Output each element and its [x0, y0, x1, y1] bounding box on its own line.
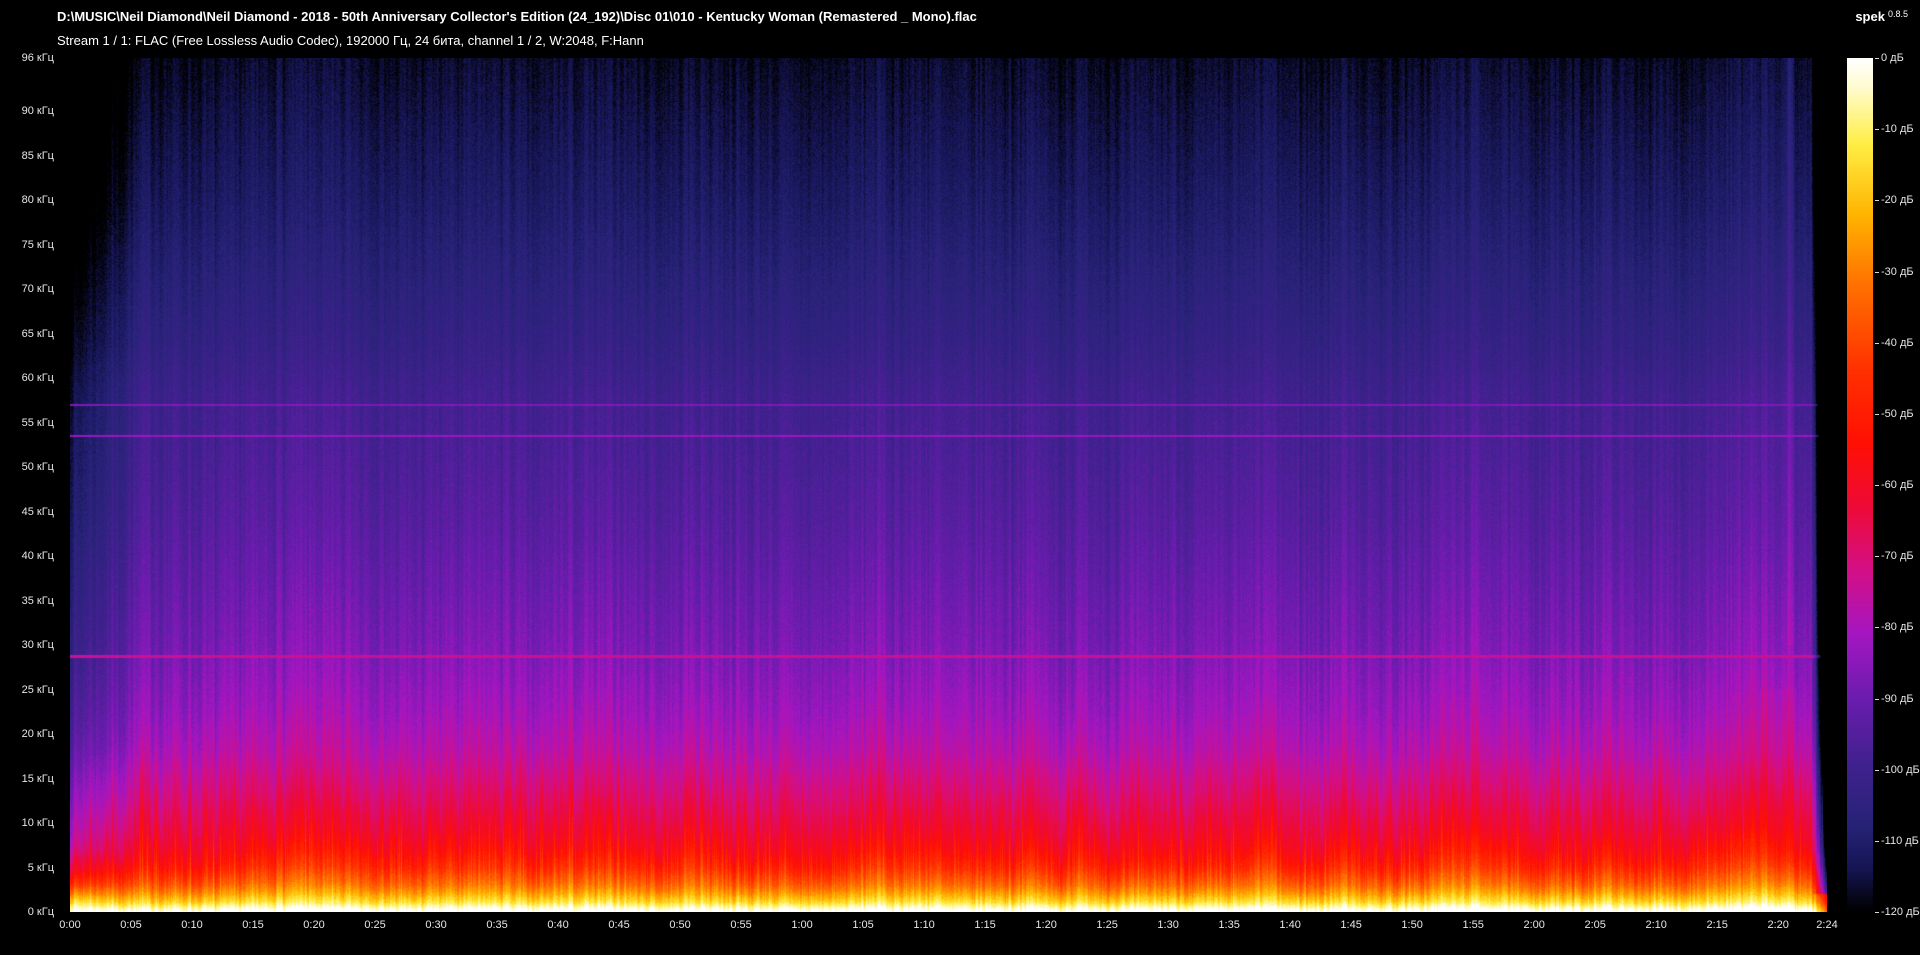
- time-tick-label: 1:45: [1340, 919, 1362, 931]
- time-tick-label: 2:05: [1584, 919, 1606, 931]
- freq-tick-label: 75 кГц: [21, 238, 54, 251]
- db-tick-mark: [1875, 343, 1879, 344]
- time-tick-label: 1:50: [1401, 919, 1423, 931]
- spectrogram-canvas: [70, 58, 1827, 912]
- db-tick-mark: [1875, 912, 1879, 913]
- db-tick-label: -70 дБ: [1881, 550, 1914, 563]
- db-tick-label: -40 дБ: [1881, 336, 1914, 349]
- freq-tick-label: 5 кГц: [27, 861, 54, 874]
- time-tick-label: 1:55: [1462, 919, 1484, 931]
- freq-tick-label: 70 кГц: [21, 283, 54, 296]
- time-tick-label: 1:35: [1218, 919, 1240, 931]
- time-tick-label: 0:00: [59, 919, 81, 931]
- db-tick-mark: [1875, 841, 1879, 842]
- time-tick-label: 0:55: [730, 919, 752, 931]
- app-version-number: 0.8.5: [1887, 9, 1908, 19]
- time-tick-label: 2:10: [1645, 919, 1667, 931]
- freq-tick-label: 80 кГц: [21, 194, 54, 207]
- freq-tick-label: 50 кГц: [21, 461, 54, 474]
- time-tick-label: 1:25: [1096, 919, 1118, 931]
- db-tick-label: -120 дБ: [1881, 906, 1920, 918]
- db-tick-mark: [1875, 699, 1879, 700]
- time-tick-label: 0:50: [669, 919, 691, 931]
- time-tick-label: 1:30: [1157, 919, 1179, 931]
- app-name-label: spek: [1855, 9, 1885, 24]
- file-path-title: D:\MUSIC\Neil Diamond\Neil Diamond - 201…: [57, 9, 977, 24]
- freq-tick-label: 25 кГц: [21, 683, 54, 696]
- db-tick-label: -50 дБ: [1881, 407, 1914, 420]
- freq-tick-label: 30 кГц: [21, 639, 54, 652]
- db-tick-label: -60 дБ: [1881, 479, 1914, 491]
- time-tick-label: 0:15: [242, 919, 264, 931]
- db-tick-mark: [1875, 200, 1879, 201]
- db-tick-mark: [1875, 770, 1879, 771]
- time-tick-label: 2:20: [1767, 919, 1789, 931]
- time-tick-label: 0:25: [364, 919, 386, 931]
- freq-tick-label: 10 кГц: [21, 817, 54, 830]
- time-tick-label: 1:15: [974, 919, 996, 931]
- time-tick-label: 0:05: [120, 919, 142, 931]
- db-tick-label: -90 дБ: [1881, 692, 1914, 705]
- freq-tick-label: 60 кГц: [21, 372, 54, 385]
- time-tick-label: 0:35: [486, 919, 508, 931]
- db-tick-label: -20 дБ: [1881, 194, 1914, 207]
- spek-window: D:\MUSIC\Neil Diamond\Neil Diamond - 201…: [0, 0, 1920, 955]
- time-tick-label: 1:05: [852, 919, 874, 931]
- legend-gradient-bar: [1847, 58, 1873, 912]
- db-tick-label: -80 дБ: [1881, 621, 1914, 634]
- time-tick-label: 1:00: [791, 919, 813, 931]
- time-tick-label: 1:40: [1279, 919, 1301, 931]
- time-tick-label: 0:20: [303, 919, 325, 931]
- freq-tick-label: 20 кГц: [21, 728, 54, 741]
- freq-tick-label: 15 кГц: [21, 772, 54, 785]
- freq-tick-label: 85 кГц: [21, 149, 54, 162]
- db-tick-mark: [1875, 485, 1879, 486]
- time-tick-label: 0:45: [608, 919, 630, 931]
- db-tick-label: 0 дБ: [1881, 52, 1904, 64]
- time-tick-label: 2:15: [1706, 919, 1728, 931]
- time-tick-label: 2:00: [1523, 919, 1545, 931]
- db-tick-mark: [1875, 129, 1879, 130]
- time-tick-label: 0:30: [425, 919, 447, 931]
- freq-tick-label: 40 кГц: [21, 550, 54, 563]
- db-tick-label: -30 дБ: [1881, 265, 1914, 278]
- freq-tick-label: 35 кГц: [21, 594, 54, 607]
- app-version: spek 0.8.5: [1855, 9, 1908, 24]
- db-tick-mark: [1875, 58, 1879, 59]
- freq-tick-label: 65 кГц: [21, 327, 54, 340]
- db-tick-label: -110 дБ: [1881, 834, 1919, 847]
- db-tick-label: -100 дБ: [1881, 763, 1920, 776]
- freq-tick-label: 0 кГц: [27, 906, 54, 918]
- time-tick-label: 1:10: [913, 919, 935, 931]
- freq-tick-label: 55 кГц: [21, 416, 54, 429]
- time-tick-label: 0:10: [181, 919, 203, 931]
- freq-tick-label: 90 кГц: [21, 105, 54, 118]
- db-tick-mark: [1875, 272, 1879, 273]
- db-tick-mark: [1875, 627, 1879, 628]
- db-tick-mark: [1875, 556, 1879, 557]
- db-tick-label: -10 дБ: [1881, 123, 1914, 136]
- freq-tick-label: 45 кГц: [21, 505, 54, 518]
- time-tick-label: 2:24: [1816, 919, 1838, 931]
- time-tick-label: 1:20: [1035, 919, 1057, 931]
- freq-tick-label: 96 кГц: [21, 52, 54, 64]
- stream-info: Stream 1 / 1: FLAC (Free Lossless Audio …: [57, 33, 644, 48]
- db-tick-mark: [1875, 414, 1879, 415]
- time-tick-label: 0:40: [547, 919, 569, 931]
